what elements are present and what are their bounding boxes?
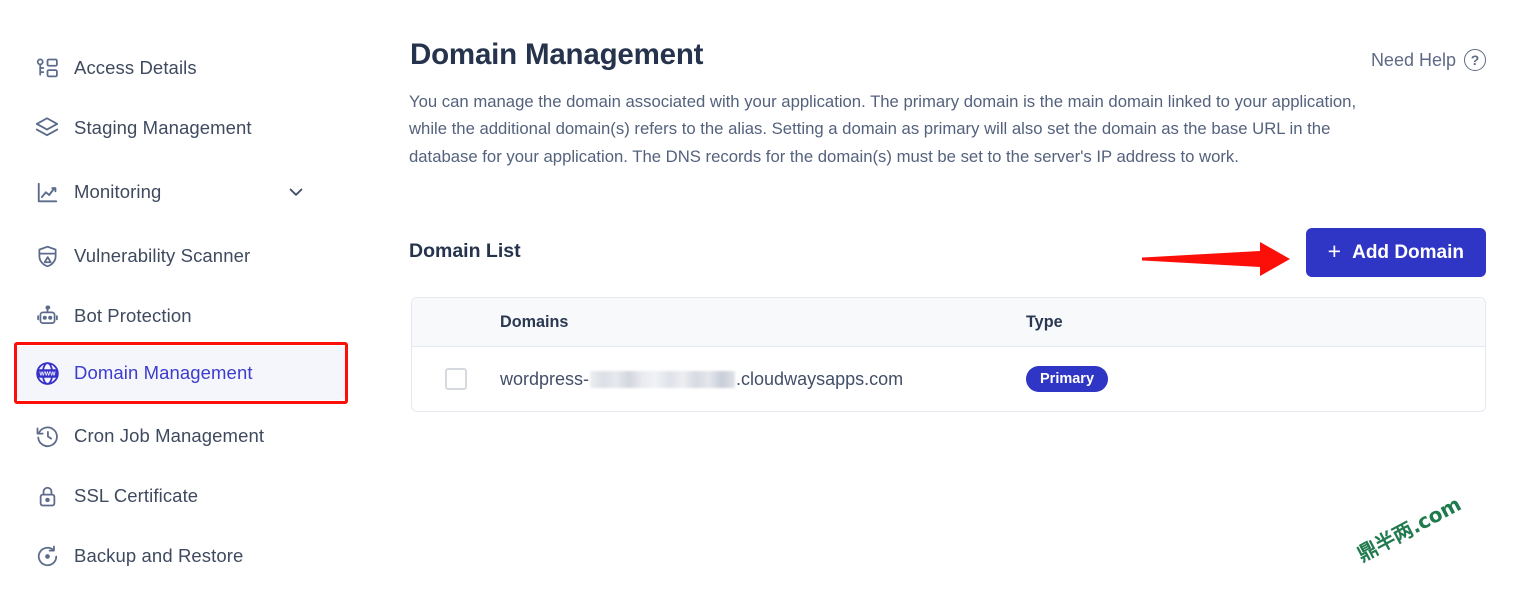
sidebar-item-label: Vulnerability Scanner xyxy=(74,245,251,266)
sidebar-item-label: Cron Job Management xyxy=(74,425,265,446)
sidebar-item-label: Backup and Restore xyxy=(74,545,244,566)
column-header-type: Type xyxy=(1026,312,1063,331)
domain-list-title: Domain List xyxy=(409,240,521,262)
column-header-domains: Domains xyxy=(500,312,569,331)
red-arrow-annotation xyxy=(1142,242,1290,276)
lock-icon xyxy=(30,481,64,511)
table-row: wordpress- .cloudwaysapps.com Primary xyxy=(412,347,1485,411)
add-domain-label: Add Domain xyxy=(1352,241,1464,263)
domain-suffix: .cloudwaysapps.com xyxy=(736,368,904,389)
sidebar-item-monitoring[interactable]: Monitoring xyxy=(16,165,346,219)
sidebar-item-staging-management[interactable]: Staging Management xyxy=(16,101,346,155)
svg-text:WWW: WWW xyxy=(39,371,56,377)
clock-history-icon xyxy=(30,421,64,451)
domain-list-table: Domains Type wordpress- .cloudwaysapps.c… xyxy=(411,297,1486,412)
sidebar-item-vulnerability-scanner[interactable]: Vulnerability Scanner xyxy=(16,229,346,283)
sidebar-item-cron-job-management[interactable]: Cron Job Management xyxy=(16,409,346,463)
www-globe-icon: WWW xyxy=(30,358,64,388)
table-header-row: Domains Type xyxy=(412,298,1485,347)
sidebar-item-access-details[interactable]: Access Details xyxy=(16,41,346,95)
need-help-link[interactable]: Need Help ? xyxy=(1371,49,1486,71)
row-checkbox-cell xyxy=(412,368,500,390)
sidebar-item-label: Access Details xyxy=(74,57,197,78)
add-domain-button[interactable]: + Add Domain xyxy=(1305,228,1486,277)
main-content: Domain Management Need Help ? You can ma… xyxy=(400,0,1517,590)
key-list-icon xyxy=(30,53,64,83)
sidebar-item-label: SSL Certificate xyxy=(74,485,199,506)
domain-redacted-blur xyxy=(590,370,736,388)
plus-icon: + xyxy=(1327,238,1342,264)
row-domain-cell: wordpress- .cloudwaysapps.com xyxy=(500,369,1026,390)
sidebar-item-label: Monitoring xyxy=(74,181,162,202)
chart-line-icon xyxy=(30,177,64,207)
row-type-cell: Primary xyxy=(1026,366,1485,392)
page-description: You can manage the domain associated wit… xyxy=(409,92,1357,166)
chevron-down-icon[interactable] xyxy=(286,182,306,202)
sidebar-item-domain-management[interactable]: WWW Domain Management xyxy=(16,346,346,400)
need-help-label: Need Help xyxy=(1370,49,1456,70)
sidebar-item-ssl-certificate[interactable]: SSL Certificate xyxy=(16,469,346,523)
sidebar-item-bot-protection[interactable]: Bot Protection xyxy=(16,289,346,343)
domain-name: wordpress- .cloudwaysapps.com xyxy=(500,369,1026,390)
sidebar-item-label: Domain Management xyxy=(74,362,253,383)
question-circle-icon: ? xyxy=(1464,49,1486,71)
layers-icon xyxy=(30,113,64,143)
page-title: Domain Management xyxy=(410,38,704,71)
domain-management-page: Access Details Staging Management Monito… xyxy=(0,0,1517,590)
sidebar-navigation: Access Details Staging Management Monito… xyxy=(0,0,400,590)
sidebar-item-label: Staging Management xyxy=(74,117,252,138)
robot-icon xyxy=(30,301,64,331)
sidebar-item-label: Bot Protection xyxy=(74,305,192,326)
domain-prefix: wordpress- xyxy=(500,368,590,389)
restore-icon xyxy=(30,541,64,571)
row-select-checkbox[interactable] xyxy=(445,368,467,390)
sidebar-item-backup-and-restore[interactable]: Backup and Restore xyxy=(16,529,346,583)
status-badge: Primary xyxy=(1026,366,1109,392)
shield-alert-icon xyxy=(30,241,64,271)
